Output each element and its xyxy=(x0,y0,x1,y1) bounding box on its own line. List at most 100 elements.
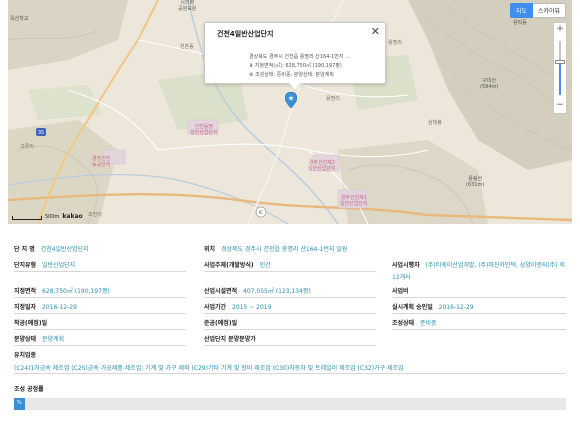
divider xyxy=(14,373,566,374)
field-progress: 조성 공정률 xyxy=(14,384,48,393)
map-label: 구미산 (594m) xyxy=(480,78,499,90)
field-value: 일반산업단지 xyxy=(42,262,76,269)
popup-status: ⚙ 조성상태: 준비중, 분양상태: 분양계획 xyxy=(249,71,334,78)
field-designated-area: 지정면적 628,750㎡ (190,197평) xyxy=(14,286,110,295)
field-complex-sale: 산업단지 분양분양가 xyxy=(204,334,260,343)
field-value: 2016-12-29 xyxy=(438,304,474,311)
map-label: 경주건천제2 일반산업단지 xyxy=(308,160,336,172)
popup-title: 건천4일반산업단지 xyxy=(217,30,274,38)
field-cost: 사업비 xyxy=(392,286,413,295)
map-label: 옥산학교 xyxy=(10,16,29,22)
progress-bar: % xyxy=(14,398,566,410)
map-label: 삼태봉 xyxy=(428,120,442,126)
field-facility-area: 산업시설면적 407,055㎡ (123,134평) xyxy=(204,286,311,295)
map-label: 건천동명 일반산업단지 xyxy=(190,124,218,136)
field-value: 건천4일반산업단지 xyxy=(40,246,89,253)
progress-text: % xyxy=(17,400,22,406)
divider xyxy=(14,297,186,298)
zoom-slider-handle[interactable] xyxy=(555,60,565,64)
map-label: 시리령 공원묘원 xyxy=(178,0,197,12)
field-value: 628,750㎡ (190,197평) xyxy=(42,288,110,295)
location-marker-icon[interactable]: ★ xyxy=(285,92,297,108)
divider xyxy=(204,345,376,346)
popup-address: 경상북도 경주시 건천읍 용명리 산164-1번지 ... xyxy=(249,54,350,60)
field-location: 위치 경상북도 경주시 건천읍 용명리 산164-1번지 일원 xyxy=(204,244,347,253)
field-label: 실시계획 승인일 xyxy=(392,304,433,311)
zoom-out-button[interactable]: − xyxy=(554,99,566,111)
field-label: 사업비 xyxy=(392,288,409,295)
field-label: 산업단지 분양분양가 xyxy=(204,336,256,343)
field-developer: 사업시행자 (주)티케이산업개발, (주)마진카인텍, 삼양이앤지(주) 외 1… xyxy=(392,260,566,284)
field-approval-date: 실시계획 승인일 2016-12-29 xyxy=(392,302,474,311)
map-label: 경주건천 농공단지 xyxy=(92,156,111,168)
field-label: 단지유형 xyxy=(14,262,37,269)
map-label: 고루리 xyxy=(20,144,34,150)
industry-value: (C24)1차금속 제조업 (C25)금속 가공제품 제조업; 기계 및 가구 … xyxy=(14,365,404,372)
divider xyxy=(14,271,186,272)
field-value: 2015 ~ 2019 xyxy=(232,304,272,311)
field-name: 단 지 명 건천4일반산업단지 xyxy=(14,244,89,253)
field-label: 사업시행자 xyxy=(392,262,420,269)
divider xyxy=(204,297,376,298)
map-label: 경주건천제1 일반산업단지 xyxy=(340,195,368,207)
field-type: 단지유형 일반산업단지 xyxy=(14,260,75,269)
download-icon: ⬇ xyxy=(249,63,254,69)
divider xyxy=(392,313,566,314)
kakao-logo: kakao xyxy=(62,213,83,220)
scale-bar xyxy=(12,216,42,220)
map-scale: 500m kakao xyxy=(12,213,83,220)
info-popup: 건천4일반산업단지 ✕ 경상북도 경주시 건천읍 용명리 산164-1번지 ..… xyxy=(204,22,386,89)
map-view[interactable]: 35 IC 시리령 공원묘원 옥산학교 용틱동 구미산 (594m) 용림산 (631… xyxy=(8,0,572,224)
field-label: 위치 xyxy=(204,246,216,253)
field-industry: 유치업종 xyxy=(14,350,40,359)
field-designated-date: 지정일자 2016-12-29 xyxy=(14,302,77,311)
svg-text:IC: IC xyxy=(259,210,263,215)
field-value: 경상북도 경주시 건천읍 용명리 산164-1번지 일원 xyxy=(220,246,348,253)
map-label: 용명리 xyxy=(388,40,402,46)
zoom-control: + − xyxy=(553,22,567,114)
skyview-type-button[interactable]: 스카이뷰 xyxy=(532,3,566,18)
field-label: 산업시설면적 xyxy=(204,288,238,295)
map-label: 용명리 xyxy=(326,96,340,102)
gear-icon: ⚙ xyxy=(249,72,254,78)
field-operator: 사업주체(개발방식) 민간 xyxy=(204,260,271,269)
field-label: 분양상태 xyxy=(14,336,37,343)
map-label: 용틱동 xyxy=(513,20,527,26)
map-type-toggle: 지도 스카이뷰 xyxy=(509,3,566,18)
map-type-button[interactable]: 지도 xyxy=(509,3,533,18)
field-label: 조성 공정률 xyxy=(14,386,44,393)
map-label: 조전리 xyxy=(88,212,102,218)
divider xyxy=(392,297,566,298)
field-value: 2016-12-29 xyxy=(42,304,77,311)
divider xyxy=(14,345,186,346)
svg-text:★: ★ xyxy=(288,95,294,103)
field-label: 조성상태 xyxy=(392,320,415,327)
field-label: 사업주체(개발방식) xyxy=(204,262,254,269)
field-value: 분양계획 xyxy=(42,336,65,343)
scale-text: 500m xyxy=(45,214,60,220)
divider xyxy=(392,329,566,330)
zoom-slider-fill xyxy=(559,63,561,95)
divider xyxy=(204,313,376,314)
divider xyxy=(204,271,376,272)
zoom-in-button[interactable]: + xyxy=(554,23,566,35)
popup-status-text: 조성상태: 준비중, 분양상태: 분양계획 xyxy=(255,72,334,78)
field-value: 민간 xyxy=(259,262,271,269)
field-start-date: 착공(예정)일 xyxy=(14,318,51,327)
divider xyxy=(204,329,376,330)
map-label: 천촌동 xyxy=(180,44,194,50)
field-label: 유치업종 xyxy=(14,352,37,359)
field-complete-date: 준공(예정)일 xyxy=(204,318,241,327)
field-sale-status: 분양상태 분양계획 xyxy=(14,334,64,343)
popup-area: ⬇ 지정면적(㎡): 628,750㎡ (190,197평) xyxy=(249,62,342,69)
map-label: 용림산 (631m) xyxy=(466,176,485,188)
field-label: 준공(예정)일 xyxy=(204,320,238,327)
field-dev-status: 조성상태 준비중 xyxy=(392,318,437,327)
field-label: 지정일자 xyxy=(14,304,37,311)
field-label: 지정면적 xyxy=(14,288,37,295)
popup-area-text: 지정면적(㎡): 628,750㎡ (190,197평) xyxy=(254,63,342,69)
divider xyxy=(14,313,186,314)
field-period: 사업기간 2015 ~ 2019 xyxy=(204,302,271,311)
popup-close-button[interactable]: ✕ xyxy=(371,26,380,37)
field-value: 407,055㎡ (123,134평) xyxy=(243,288,311,295)
